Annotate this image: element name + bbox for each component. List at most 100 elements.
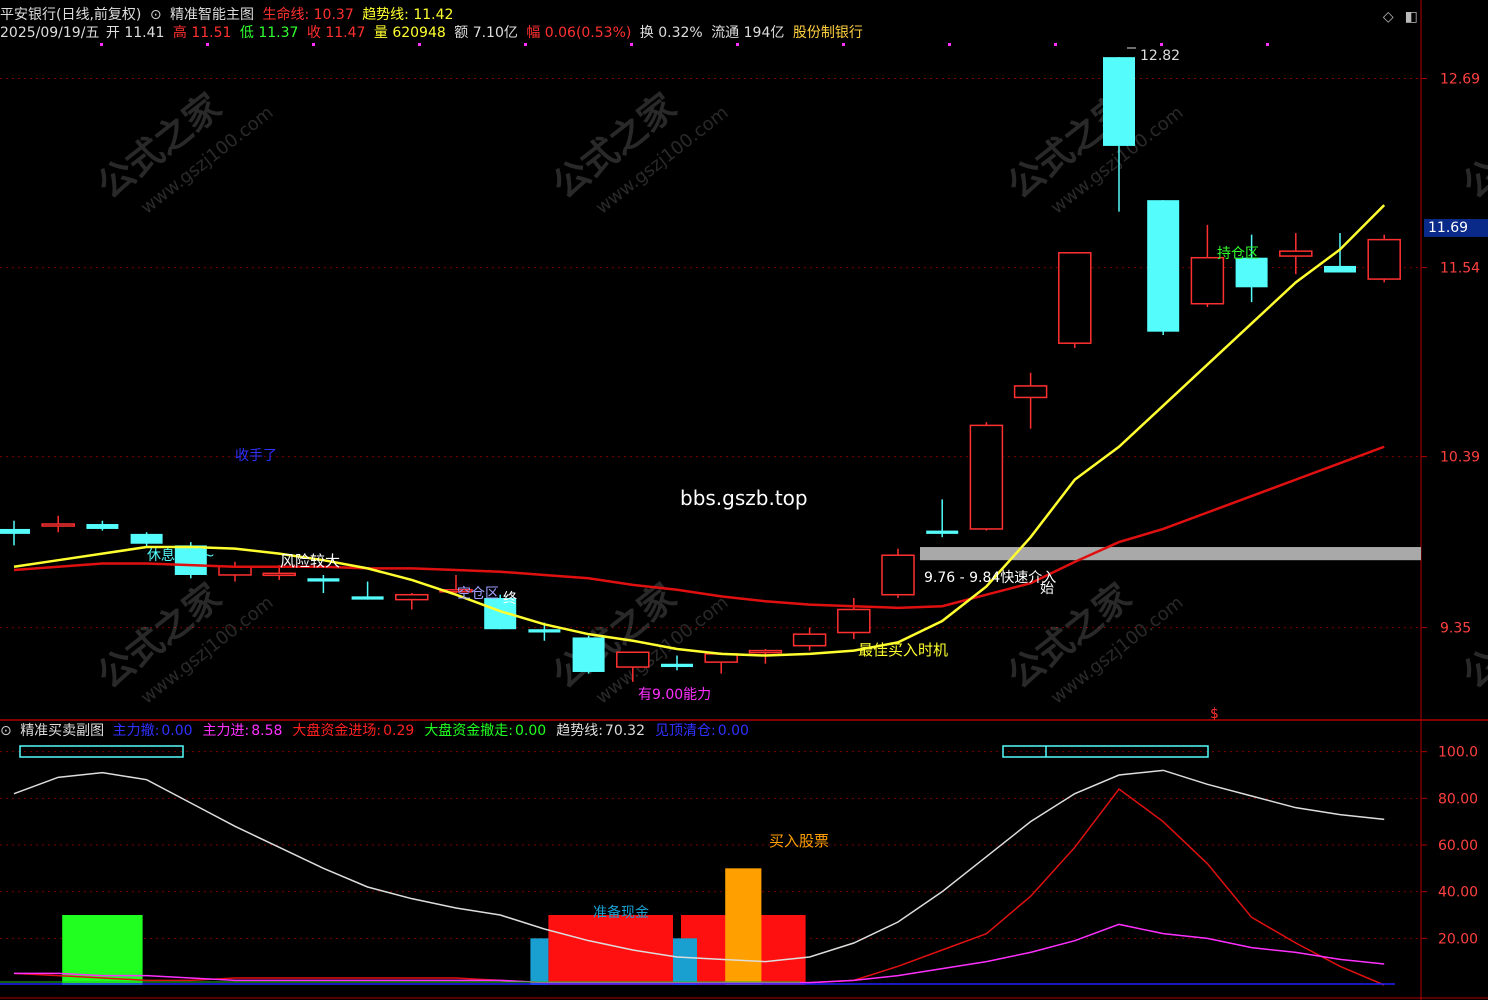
float-value: 194亿 — [743, 25, 785, 41]
s-mark-label: $ — [1210, 706, 1219, 722]
marker-dot — [630, 43, 633, 46]
sub-dropdown-icon[interactable]: ⊙ — [0, 723, 12, 739]
indicator-name[interactable]: 精准智能主图 — [170, 7, 254, 23]
candle-down — [0, 528, 30, 534]
top-signal-box — [19, 745, 184, 758]
candle-up — [41, 523, 75, 527]
sub-item-label: 主力撤: — [112, 723, 160, 739]
quick-entry-label: 9.76 - 9.84快速介入 — [924, 570, 1056, 586]
sub-tick-label: 40.00 — [1438, 885, 1478, 901]
sector[interactable]: 股份制银行 — [793, 25, 863, 41]
candle-up — [616, 651, 650, 668]
sub-title[interactable]: 精准买卖副图 — [20, 723, 104, 739]
volume-value: 620948 — [392, 25, 446, 41]
lifeline-value: 10.37 — [313, 7, 354, 23]
candle-up — [1058, 252, 1092, 344]
candle-down — [1324, 265, 1356, 273]
sub-item-value: 0.00 — [161, 723, 193, 739]
watermark-text: 公式之家 — [1455, 576, 1488, 697]
sub-item-label: 大盘资金撤走: — [424, 723, 514, 739]
lifeline-line — [13, 445, 1385, 610]
candle-down — [528, 629, 561, 633]
marker-dot — [842, 43, 845, 46]
candle-down — [1147, 200, 1180, 332]
open-value: 11.41 — [124, 25, 165, 41]
watermark: 公式之家www.gszj100.com — [90, 86, 277, 218]
window-icon[interactable]: ◧ — [1405, 9, 1418, 25]
candle-up — [1013, 385, 1048, 399]
change-label: 幅 — [526, 25, 541, 41]
trend-value: 11.42 — [413, 7, 454, 23]
amount-value: 7.10亿 — [472, 25, 518, 41]
toolbar: ◇ ◧ — [1383, 6, 1418, 25]
stop-hand-label: 收手了 — [235, 448, 277, 464]
stock-name[interactable]: 平安银行(日线,前复权) — [0, 7, 141, 23]
close-label: 收 — [306, 25, 321, 41]
price-zones — [920, 547, 1421, 561]
cash-bar — [548, 915, 673, 985]
amount-label: 额 — [454, 25, 469, 41]
quick-entry-zone — [920, 547, 1421, 561]
sub-item-label: 大盘资金进场: — [292, 723, 382, 739]
sub-item-value: 70.32 — [604, 723, 646, 739]
marker-dot — [418, 43, 421, 46]
quote-header: 2025/09/19/五 开 11.41 高 11.51 低 11.37 收 1… — [0, 24, 867, 42]
float-label: 流通 — [711, 25, 740, 41]
candle-up — [262, 572, 296, 577]
change-value: 0.06(0.53%) — [544, 25, 632, 41]
low-label: 低 — [239, 25, 254, 41]
candle-up — [969, 424, 1004, 530]
candle-up — [881, 554, 915, 596]
dropdown-icon[interactable]: ⊙ — [150, 7, 162, 23]
low-value: 11.37 — [258, 25, 299, 41]
high-label: 高 — [172, 25, 187, 41]
candle-down — [86, 524, 119, 529]
best-buy-label: 最佳买入时机 — [858, 641, 948, 659]
sub-header: ⊙ 精准买卖副图 主力撤: 0.00 主力进: 8.58 大盘资金进场: 0.29 大盘资金… — [0, 722, 759, 740]
prepare-label: 准备现金 — [593, 904, 649, 921]
candle-up — [395, 593, 429, 601]
turnover-value: 0.32% — [658, 25, 703, 41]
sub-item-label: 主力进: — [202, 723, 250, 739]
sub-item-value: 0.29 — [383, 723, 415, 739]
candle-up — [1367, 238, 1401, 280]
candle-down — [130, 533, 163, 544]
risk-label: 风险较大 — [280, 552, 340, 570]
marker-dot — [206, 43, 209, 46]
price-axis: 12.69 11.54 10.39 9.35 100.0 80.00 60.00 40.00 2… — [1421, 72, 1480, 947]
candle-down — [307, 578, 340, 582]
buy-stock-label: 买入股票 — [769, 832, 829, 850]
marker-dot — [736, 43, 739, 46]
marker-dot — [1266, 43, 1269, 46]
chart-canvas: 公式之家www.gszj100.com 公式之家www.gszj100.com 公式… — [0, 0, 1488, 1000]
sub-item-value: 8.58 — [251, 723, 283, 739]
watermark: 公式之家www.gszj100.com — [1455, 86, 1488, 207]
rest-watch-label: 休息观望~ — [147, 547, 215, 564]
marker-dot — [312, 43, 315, 46]
site-label: bbs.gszb.top — [680, 486, 808, 510]
sub-item-label: 见顶清仓: — [655, 723, 716, 739]
empty-zone-label: 空仓区 — [457, 586, 499, 602]
trend-label: 趋势线: — [362, 7, 409, 23]
candle-down — [926, 530, 959, 534]
watermark: 公式之家www.gszj100.com — [90, 576, 277, 708]
candle-up — [837, 608, 871, 634]
candle-down — [1235, 257, 1268, 288]
sub-item-value: 0.00 — [515, 723, 547, 739]
buy-stock-bar — [725, 868, 762, 985]
diamond-icon[interactable]: ◇ — [1383, 9, 1394, 25]
high-mark-label: 12.82 — [1140, 48, 1180, 64]
watermark-text: 公式之家 — [1455, 86, 1488, 207]
marker-dot — [1160, 43, 1163, 46]
lifeline-label: 生命线: — [262, 7, 310, 23]
candle-down — [661, 663, 693, 668]
candle-up — [792, 633, 827, 647]
turnover-label: 换 — [639, 25, 654, 41]
price-tick-label: 10.39 — [1440, 450, 1480, 466]
close-value: 11.47 — [325, 25, 366, 41]
volume-label: 量 — [373, 25, 388, 41]
watermark: 公式之家www.gszj100.com — [545, 86, 732, 218]
watermark: 公式之家www.gszj100.com — [1455, 576, 1488, 697]
sub-tick-label: 60.00 — [1438, 838, 1478, 854]
watermarks: 公式之家www.gszj100.com 公式之家www.gszj100.com 公式… — [90, 86, 1488, 708]
